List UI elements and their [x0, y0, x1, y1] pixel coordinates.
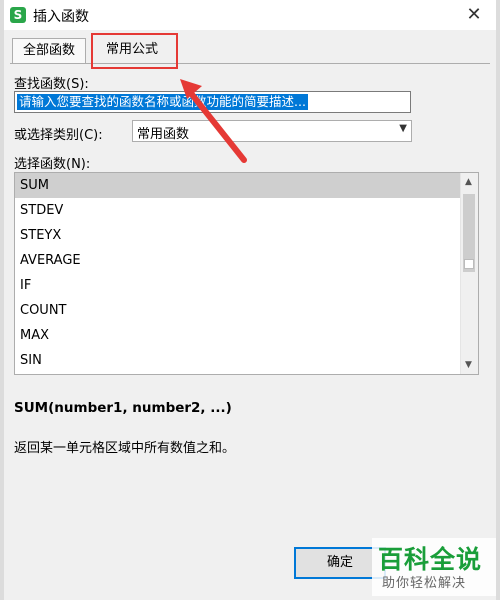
annotation-arrow-icon [180, 79, 247, 163]
watermark: 百科全说 助你轻松解决 [372, 538, 496, 596]
watermark-title: 百科全说 [378, 545, 483, 574]
watermark-subtitle: 助你轻松解决 [382, 576, 467, 591]
